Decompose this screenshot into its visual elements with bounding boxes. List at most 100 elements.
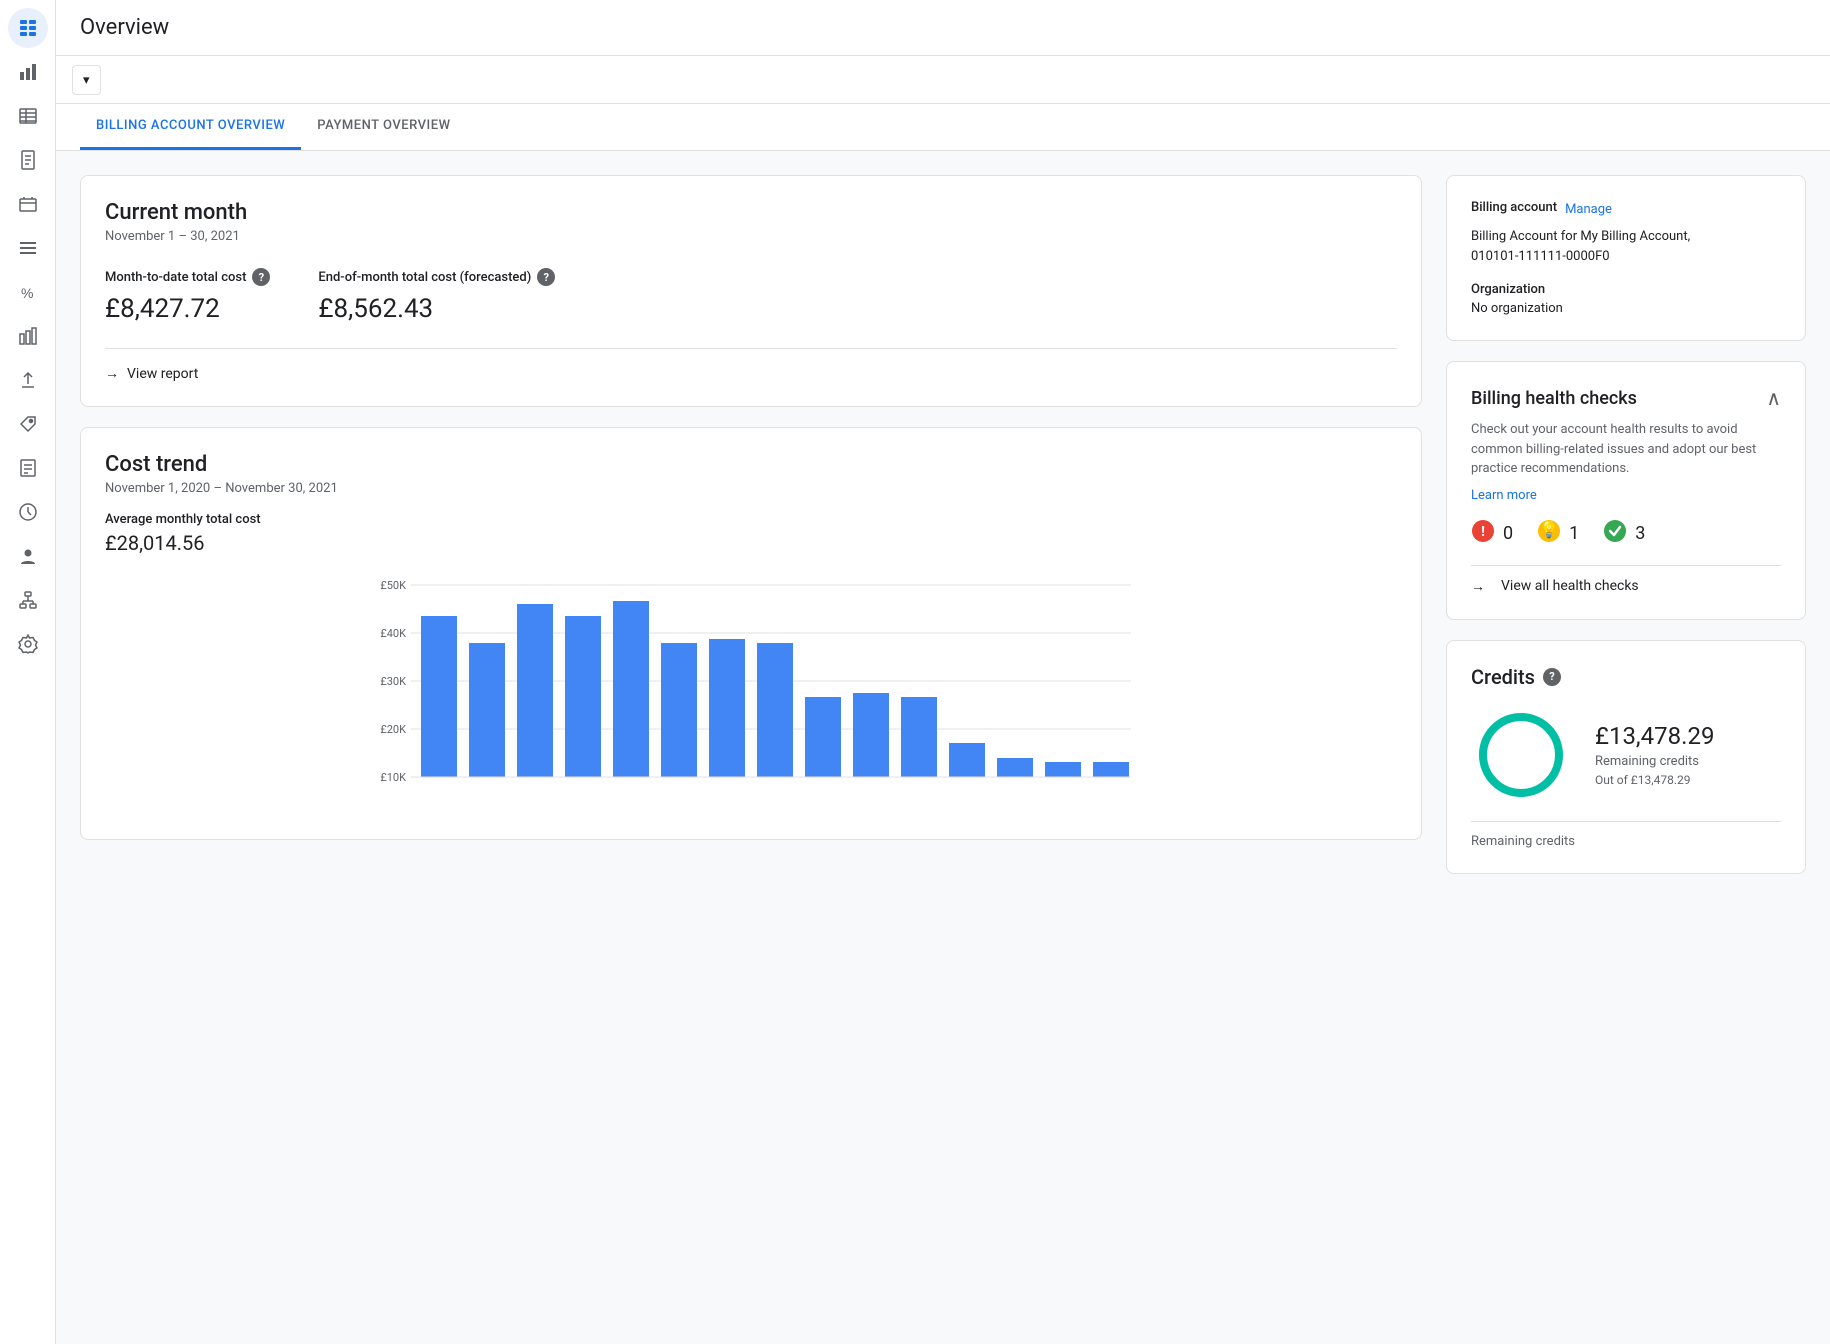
month-to-date-label: Month-to-date total cost ?: [105, 268, 270, 286]
arrow-right-icon: →: [105, 365, 119, 382]
remaining-credits-label: Remaining credits: [1595, 754, 1714, 769]
health-checks-card: Billing health checks ∧ Check out your a…: [1446, 361, 1806, 620]
bar-13: [997, 758, 1033, 777]
bar-5: [613, 601, 649, 777]
divider: [105, 348, 1397, 349]
month-to-date-value: £8,427.72: [105, 294, 270, 324]
sidebar-icon-budget[interactable]: [8, 184, 48, 224]
bar-11: [901, 697, 937, 777]
dropdown-chevron: ▾: [83, 72, 90, 88]
view-report-link[interactable]: → View report: [105, 365, 1397, 382]
topbar: Overview: [56, 0, 1830, 56]
remaining-credits-footer: Remaining credits: [1471, 822, 1781, 849]
bar-2: [469, 643, 505, 777]
sidebar-icon-list[interactable]: [8, 228, 48, 268]
bar-1: [421, 616, 457, 777]
sidebar-icon-percent[interactable]: %: [8, 272, 48, 312]
bar-15: [1093, 762, 1129, 777]
manage-link[interactable]: Manage: [1565, 202, 1612, 217]
content: Current month November 1 – 30, 2021 Mont…: [56, 151, 1830, 1344]
bar-14: [1045, 762, 1081, 777]
tab-billing-account[interactable]: Billing Account Overview: [80, 104, 301, 150]
account-name: Billing Account for My Billing Account, …: [1471, 227, 1781, 266]
avg-cost-value: £28,014.56: [105, 531, 1397, 555]
chart-container: £50K £40K £30K £20K £10K: [105, 575, 1397, 815]
credits-header: Credits ?: [1471, 665, 1781, 689]
cost-row: Month-to-date total cost ? £8,427.72 End…: [105, 268, 1397, 324]
learn-more-link[interactable]: Learn more: [1471, 488, 1537, 503]
tab-payment[interactable]: Payment Overview: [301, 104, 466, 150]
error-icon: !: [1471, 519, 1495, 549]
health-checks-title: Billing health checks: [1471, 388, 1637, 409]
arrow-right-health-icon: →: [1471, 578, 1485, 595]
sidebar-icon-label[interactable]: [8, 404, 48, 444]
org-label: Organization: [1471, 282, 1781, 297]
success-icon: [1603, 519, 1627, 549]
sidebar-icon-billing[interactable]: [8, 448, 48, 488]
sidebar-icon-settings[interactable]: [8, 624, 48, 664]
bar-3: [517, 604, 553, 777]
svg-text:£50K: £50K: [380, 579, 406, 592]
sidebar-icon-clock[interactable]: [8, 492, 48, 532]
month-to-date-help-icon[interactable]: ?: [252, 268, 270, 286]
donut-chart: [1471, 705, 1571, 805]
nav-tabs: Billing Account Overview Payment Overvie…: [56, 104, 1830, 151]
bar-6: [661, 643, 697, 777]
billing-account-label: Billing account: [1471, 200, 1557, 215]
cost-trend-card: Cost trend November 1, 2020 – November 3…: [80, 427, 1422, 840]
svg-text:£20K: £20K: [380, 723, 406, 736]
health-divider: [1471, 565, 1781, 566]
end-of-month-value: £8,562.43: [318, 294, 555, 324]
current-month-card: Current month November 1 – 30, 2021 Mont…: [80, 175, 1422, 407]
collapse-icon[interactable]: ∧: [1766, 386, 1781, 410]
end-of-month-label: End-of-month total cost (forecasted) ?: [318, 268, 555, 286]
bar-4: [565, 616, 601, 777]
credits-info: £13,478.29 Remaining credits Out of £13,…: [1595, 722, 1714, 787]
bar-10: [853, 693, 889, 777]
page-title: Overview: [80, 15, 169, 40]
current-month-subtitle: November 1 – 30, 2021: [105, 229, 1397, 244]
account-dropdown[interactable]: ▾: [72, 65, 101, 95]
current-month-title: Current month: [105, 200, 1397, 225]
right-column: Billing account Manage Billing Account f…: [1446, 175, 1806, 874]
error-indicator: ! 0: [1471, 519, 1513, 549]
sidebar-icon-org[interactable]: [8, 580, 48, 620]
bar-7: [709, 639, 745, 777]
sidebar: %: [0, 0, 56, 1344]
credits-title: Credits: [1471, 665, 1535, 689]
warning-icon: 💡: [1537, 519, 1561, 549]
billing-account-card: Billing account Manage Billing Account f…: [1446, 175, 1806, 341]
warning-indicator: 💡 1: [1537, 519, 1579, 549]
sidebar-icon-grid[interactable]: [8, 8, 48, 48]
sidebar-icon-upload[interactable]: [8, 360, 48, 400]
success-count: 3: [1635, 523, 1645, 544]
sidebar-icon-analytics[interactable]: [8, 316, 48, 356]
warning-count: 1: [1569, 523, 1579, 544]
credits-card: Credits ? £13,478.29 Remainin: [1446, 640, 1806, 874]
sidebar-icon-barchart[interactable]: [8, 52, 48, 92]
sidebar-icon-report[interactable]: [8, 140, 48, 180]
left-column: Current month November 1 – 30, 2021 Mont…: [80, 175, 1422, 874]
svg-text:💡: 💡: [1539, 520, 1559, 539]
svg-text:!: !: [1481, 524, 1485, 540]
sidebar-icon-person[interactable]: [8, 536, 48, 576]
main-area: Overview ▾ Billing Account Overview Paym…: [56, 0, 1830, 1344]
credits-out-of: Out of £13,478.29: [1595, 773, 1714, 787]
health-checks-header: Billing health checks ∧: [1471, 386, 1781, 410]
cost-trend-title: Cost trend: [105, 452, 1397, 477]
health-checks-description: Check out your account health results to…: [1471, 420, 1781, 479]
month-to-date: Month-to-date total cost ? £8,427.72: [105, 268, 270, 324]
credits-help-icon[interactable]: ?: [1543, 668, 1561, 686]
success-indicator: 3: [1603, 519, 1645, 549]
end-of-month: End-of-month total cost (forecasted) ? £…: [318, 268, 555, 324]
view-all-health-link[interactable]: → View all health checks: [1471, 578, 1781, 595]
bar-12: [949, 743, 985, 777]
bar-9: [805, 697, 841, 777]
health-indicators: ! 0 💡 1: [1471, 519, 1781, 549]
cost-trend-subtitle: November 1, 2020 – November 30, 2021: [105, 481, 1397, 496]
svg-text:£40K: £40K: [380, 627, 406, 640]
header-area: ▾: [56, 56, 1830, 104]
sidebar-icon-table[interactable]: [8, 96, 48, 136]
end-of-month-help-icon[interactable]: ?: [537, 268, 555, 286]
credits-body: £13,478.29 Remaining credits Out of £13,…: [1471, 705, 1781, 805]
